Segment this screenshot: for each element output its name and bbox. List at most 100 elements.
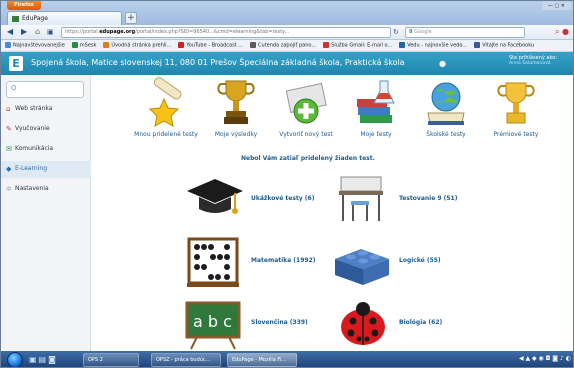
window-controls[interactable]: — ▢ ✕ [541, 2, 571, 10]
taskbar-item-active[interactable]: EduPage - Mozilla Fi... [227, 353, 297, 367]
sidebar-item-label: Web stránka [15, 105, 53, 112]
quick-launch-icons[interactable]: ▣▤◙ [29, 355, 58, 364]
bookmark-label: Cutenda zapojiť pano... [258, 42, 317, 49]
firefox-menu-button[interactable]: Firefox [7, 1, 41, 10]
back-arrow-icon[interactable]: ◀ [7, 27, 13, 37]
globe-book-icon [427, 82, 465, 125]
sidebar-item-web-str-nka[interactable]: ⌂ Web stránka [1, 101, 91, 118]
google-icon: 8 [409, 29, 413, 35]
sidebar-search-input[interactable]: Q [6, 81, 84, 98]
url-rest: /portal/index.php?SID=96540...&cmd=elear… [135, 29, 290, 35]
category-label: Slovenčina (339) [251, 319, 308, 326]
house-icon: ⌂ [6, 105, 11, 113]
sidebar: Q ⌂ Web stránka ✎ Vyučovanie ✉ Komunikácia ◆ E-… [1, 75, 91, 351]
main-content: Mnou pridelené testy Moje výsledky Vytvo… [91, 75, 573, 351]
premium-tests-button[interactable]: Prémiové testy [481, 77, 551, 138]
new-test-icon [285, 82, 327, 124]
search-box[interactable]: 8 Google [405, 27, 525, 38]
top-action-label: Vytvoriť nový test [279, 131, 333, 138]
category-logic[interactable]: Logické (55) [331, 235, 501, 289]
bookmark-item[interactable]: Vitajte na Facebooku [474, 42, 534, 49]
sidebar-item-label: Vyučovanie [15, 125, 50, 132]
reload-icon[interactable]: ↻ [393, 27, 399, 37]
edupage-favicon-icon [12, 15, 19, 22]
edupage-logo[interactable]: E [9, 56, 23, 71]
start-button[interactable] [7, 352, 23, 367]
bookmark-favicon-icon [103, 42, 110, 48]
sidebar-item-komunik-cia[interactable]: ✉ Komunikácia [1, 141, 91, 158]
system-tray[interactable]: ◀ ▲ ◆ ◉ ◘ ◙ ♪ ◐ [519, 355, 571, 362]
browser-tab-bar: Firefox EduPage + — ▢ ✕ [1, 1, 573, 25]
messages-icon[interactable]: ● [439, 59, 446, 68]
gear-icon: ✲ [6, 185, 12, 193]
login-user: Anna Šalamonová [509, 61, 551, 66]
category-testing-9[interactable]: Testovanie 9 (51) [331, 173, 501, 227]
ladybug-icon [341, 302, 385, 345]
taskbar-item-label: OPS 2 [88, 357, 103, 363]
url-prefix: https://portal. [65, 29, 100, 35]
taskbar-item[interactable]: OPSZ - práca budúc... [151, 353, 221, 367]
category-math[interactable]: Matematika (1992) [183, 235, 353, 289]
address-bar[interactable]: https://portal.edupage.org/portal/index.… [61, 27, 391, 38]
home-icon[interactable]: ⌂ [35, 27, 40, 37]
diploma-star-icon [148, 77, 182, 127]
top-action-label: Moje výsledky [214, 131, 258, 138]
bookmark-item[interactable]: Najnavštevovanejšie [5, 42, 65, 49]
bookmark-item[interactable]: Cutenda zapojiť pano... [250, 42, 316, 49]
bookmark-item[interactable]: Služba Gmail: E-mail o... [323, 42, 392, 49]
school-name: Spojená škola, Matice slovenskej 11, 080… [31, 58, 405, 67]
search-placeholder: Google [414, 29, 432, 35]
assigned-tests-button[interactable]: Mnou pridelené testy [131, 77, 201, 138]
bookmark-favicon-icon [250, 42, 257, 48]
school-desk-icon [339, 176, 383, 221]
category-biology[interactable]: Biológia (62) [331, 297, 501, 351]
taskbar-item[interactable]: OPS 2 [83, 353, 139, 367]
sidebar-item-nastavenia[interactable]: ✲ Nastavenia [1, 181, 91, 198]
bookmark-item[interactable]: mSesk [71, 42, 96, 49]
toolbar-addon-icons[interactable]: ⌕ ● [555, 27, 569, 37]
create-test-button[interactable]: Vytvoriť nový test [271, 77, 341, 138]
screen: Firefox EduPage + — ▢ ✕ ◀ ▶ ⌂ ▣ https://… [0, 0, 574, 368]
category-sample-tests[interactable]: Ukážkové testy (6) [183, 173, 353, 227]
bookmark-favicon-icon [178, 42, 185, 48]
bookmark-label: Najnavštevovanejšie [13, 42, 65, 49]
graduation-cap-icon [187, 179, 243, 214]
no-tests-notice: Nebol Vám zatiaľ pridelený žiaden test. [241, 155, 375, 162]
category-label: Testovanie 9 (51) [399, 195, 458, 202]
chalkboard-abc-icon: a b c [185, 301, 241, 350]
books-flask-icon [357, 80, 395, 123]
bookmark-favicon-icon [323, 42, 330, 48]
elearning-icon: ◆ [6, 165, 12, 173]
new-tab-button[interactable]: + [125, 12, 137, 24]
top-action-label: Prémiové testy [493, 131, 539, 138]
top-action-label: Mnou pridelené testy [134, 131, 198, 138]
forward-arrow-icon[interactable]: ▶ [21, 27, 27, 37]
sidebar-item-vyu-ovanie[interactable]: ✎ Vyučovanie [1, 121, 91, 138]
bookmark-label: Úvodná stránka prehli... [111, 42, 172, 49]
my-tests-button[interactable]: Moje testy [341, 77, 411, 138]
bookmark-favicon-icon [71, 42, 78, 48]
search-icon: Q [11, 84, 17, 92]
taskbar-item-label: EduPage - Mozilla Fi... [232, 357, 287, 363]
bookmark-item[interactable]: Vedu - najnovšie vedo... [399, 42, 467, 49]
category-label: Logické (55) [399, 257, 441, 264]
bookmark-favicon-icon [399, 42, 406, 48]
category-slovak[interactable]: a b c Slovenčina (339) [183, 297, 353, 351]
browser-tab[interactable]: EduPage [7, 11, 122, 25]
school-tests-button[interactable]: Školské testy [411, 77, 481, 138]
bookmark-favicon-icon [474, 42, 481, 48]
category-label: Ukážkové testy (6) [251, 195, 315, 202]
trophy-icon [217, 80, 255, 124]
abacus-icon [187, 237, 239, 287]
lock-icon: ▣ [47, 28, 54, 36]
bookmark-favicon-icon [5, 42, 11, 48]
category-label: Biológia (62) [399, 319, 443, 326]
site-header: E Spojená škola, Matice slovenskej 11, 0… [1, 52, 573, 75]
login-info[interactable]: Ste prihlásený ako: Anna Šalamonová [509, 55, 571, 67]
my-results-button[interactable]: Moje výsledky [201, 77, 271, 138]
bookmark-item[interactable]: Úvodná stránka prehli... [103, 42, 171, 49]
sidebar-item-e-learning[interactable]: ◆ E-Learning [1, 161, 91, 178]
bookmark-label: YouTube - Broadcast ... [186, 42, 244, 49]
windows-taskbar: ▣▤◙ OPS 2 OPSZ - práca budúc... EduPage … [1, 351, 573, 367]
bookmark-item[interactable]: YouTube - Broadcast ... [178, 42, 243, 49]
